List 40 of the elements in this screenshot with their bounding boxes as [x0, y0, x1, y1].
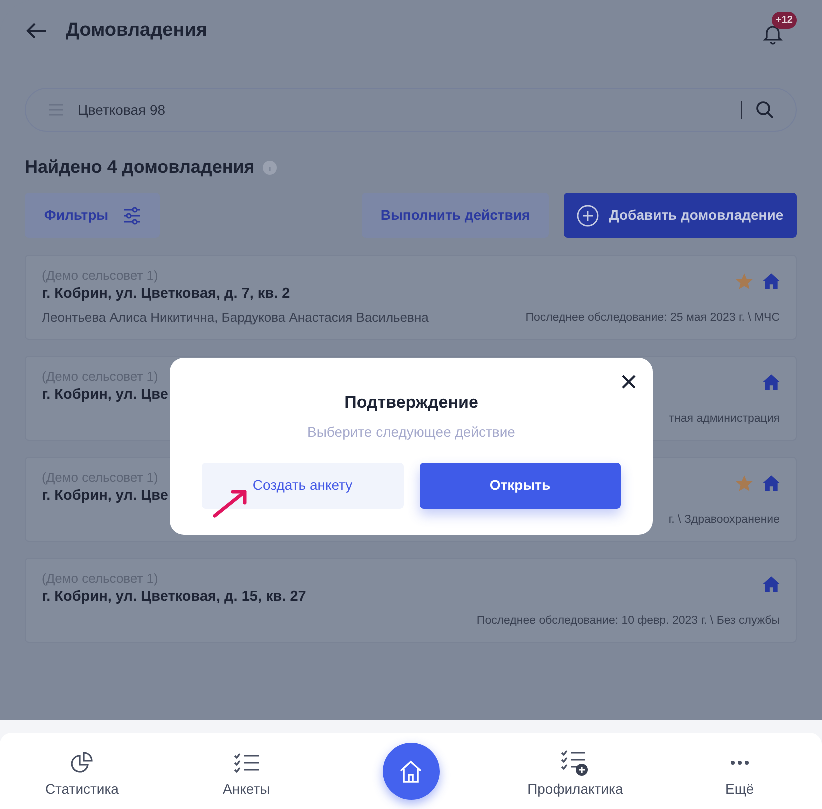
house-icon	[762, 575, 781, 594]
dialog-button[interactable]: Открыть	[420, 462, 621, 508]
search-value: Цветковая 98	[78, 100, 166, 120]
home-icon	[398, 758, 424, 784]
pie-chart-icon	[70, 751, 94, 775]
address-text: г. Кобрин, ул. Цветковая, д. 15, кв. 27	[42, 588, 306, 607]
notification-badge: +12	[772, 12, 797, 29]
survey-text: Последнее обследование: 10 февр. 2023 г. \ Без службы	[476, 614, 780, 629]
home-button[interactable]	[382, 743, 440, 800]
nav-tab[interactable]: Анкеты	[164, 733, 329, 800]
search-icon[interactable]	[756, 101, 774, 119]
sliders-icon	[122, 206, 141, 224]
checklist-plus-icon	[561, 749, 590, 777]
survey-text: Последнее обследование: 25 мая 2023 г. \ МЧС	[526, 311, 780, 326]
address-text: г. Кобрин, ул. Цветковая, д. 7, кв. 2	[42, 285, 290, 304]
nav-tab[interactable]: Ещё	[658, 733, 822, 800]
add-button[interactable]: Добавить домовладение	[564, 193, 797, 238]
survey-text: г. \ Здравоохранение	[668, 513, 780, 528]
nav-tab[interactable]: Профилактика	[493, 733, 658, 800]
star-icon[interactable]	[735, 272, 754, 291]
house-icon	[762, 272, 781, 291]
page-title: Домовладения	[66, 18, 208, 43]
dialog-title: Подтверждение	[344, 392, 478, 414]
house-icon	[762, 474, 781, 493]
address-text: г. Кобрин, ул. Цве	[42, 386, 168, 405]
dialog-subtitle: Выберите следующее действие	[308, 422, 516, 442]
search-field[interactable]: Цветковая 98	[25, 88, 797, 132]
results-title: Найдено 4 домовладения	[25, 156, 255, 179]
residents-text: Леонтьева Алиса Никитична, Бардукова Анастасия Васильевна	[42, 309, 429, 327]
star-icon[interactable]	[735, 474, 754, 493]
plus-circle-icon	[577, 204, 600, 226]
pointer-arrow-drawing	[212, 487, 250, 519]
address-text: г. Кобрин, ул. Цве	[42, 487, 168, 506]
house-icon	[762, 373, 781, 392]
dialog-button[interactable]: Создать анкету	[202, 462, 404, 508]
close-icon[interactable]	[622, 375, 636, 389]
checklist-icon	[234, 751, 260, 775]
more-icon	[730, 760, 750, 766]
nav-tab[interactable]: Статистика	[0, 733, 164, 800]
survey-text: тная администрация	[669, 412, 780, 427]
